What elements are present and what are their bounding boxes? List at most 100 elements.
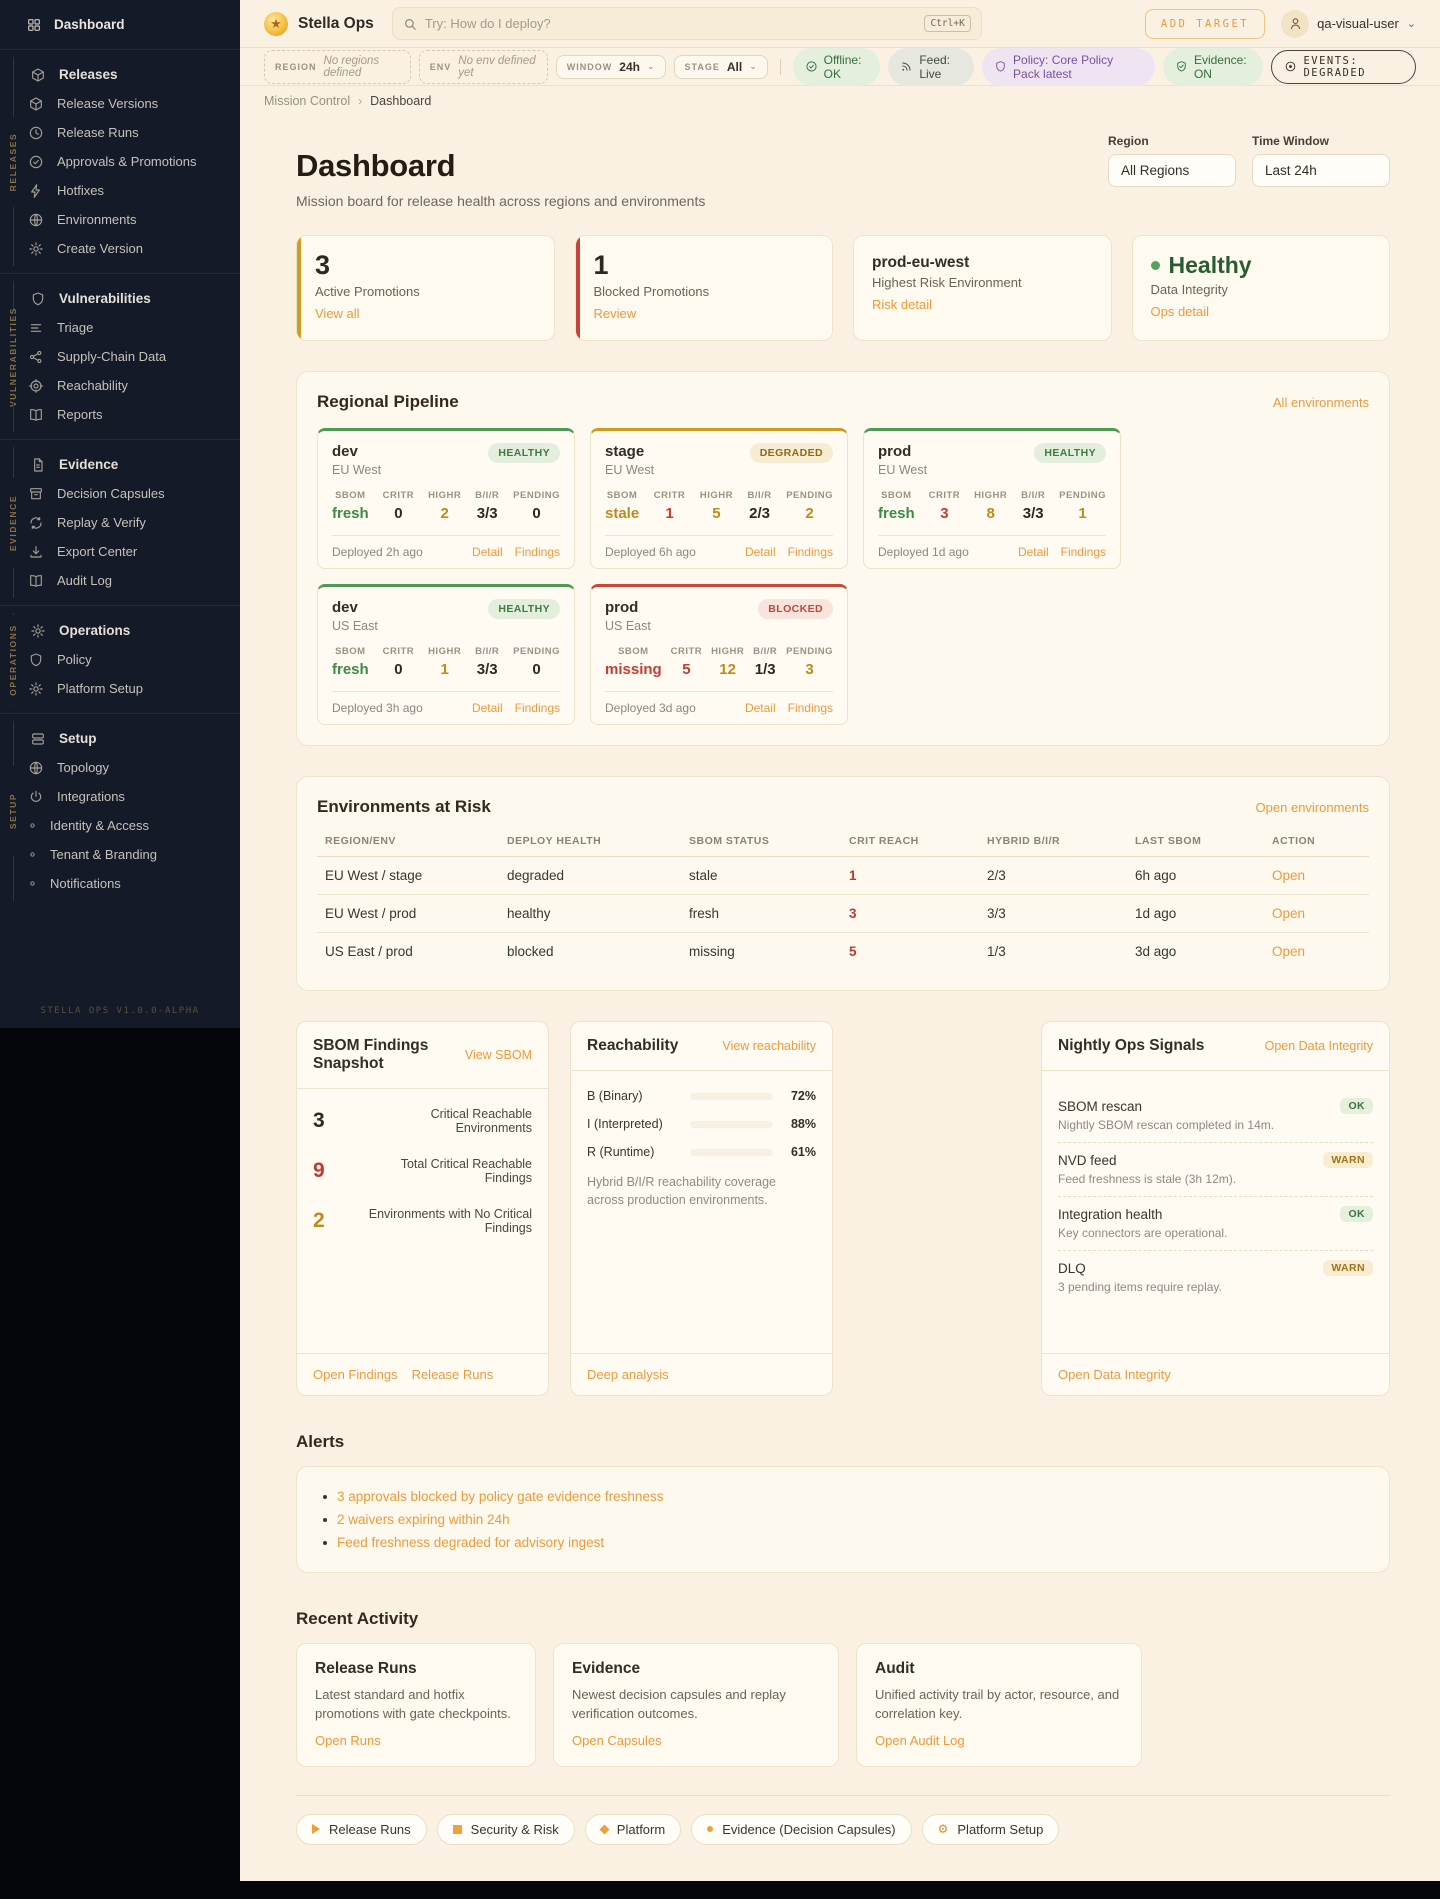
sidebar-item-tenant-branding[interactable]: Tenant & Branding — [0, 840, 240, 869]
legend-chip-release-runs[interactable]: Release Runs — [296, 1813, 427, 1845]
sidebar-item-export-center[interactable]: Export Center — [0, 537, 240, 566]
open-environments-link[interactable]: Open environments — [1256, 800, 1369, 815]
sidebar-item-setup[interactable]: Setup — [0, 724, 240, 753]
add-target-button[interactable]: ADD TARGET — [1144, 8, 1266, 39]
sidebar-item-platform-setup[interactable]: Platform Setup — [0, 674, 240, 703]
app-root: Dashboard RELEASES Releases Release Vers… — [0, 0, 1440, 1899]
regional-pipeline-title: Regional Pipeline — [317, 392, 459, 411]
open-runs-link[interactable]: Open Runs — [315, 1733, 381, 1748]
global-search[interactable]: Ctrl+K — [391, 7, 982, 40]
sidebar-item-hotfixes[interactable]: Hotfixes — [0, 176, 240, 205]
open-data-integrity-footer-link[interactable]: Open Data Integrity — [1058, 1367, 1171, 1382]
sidebar-item-triage[interactable]: Triage — [0, 313, 240, 342]
sidebar-item-evidence[interactable]: Evidence — [0, 450, 240, 479]
pipeline-card-stage-eu-west[interactable]: stage EU West DEGRADED SBOM stale CRITR … — [590, 428, 848, 569]
view-reachability-link[interactable]: View reachability — [722, 1039, 816, 1053]
sidebar-item-reachability[interactable]: Reachability — [0, 371, 240, 400]
sidebar-item-decision-capsules[interactable]: Decision Capsules — [0, 479, 240, 508]
status-pill-feed-live[interactable]: Feed: Live — [888, 47, 975, 86]
view-sbom-link[interactable]: View SBOM — [465, 1048, 532, 1062]
legend-chip-security-risk[interactable]: Security & Risk — [436, 1813, 575, 1845]
pipeline-card-prod-eu-west[interactable]: prod EU West HEALTHY SBOM fresh CRITR 3 … — [863, 428, 1121, 569]
sidebar-item-reports[interactable]: Reports — [0, 400, 240, 429]
reachability-bar-r-runtime: R (Runtime) 61% — [587, 1145, 816, 1159]
open-link[interactable]: Open — [1272, 868, 1369, 883]
status-pill-policy-core-policy-pack-latest[interactable]: Policy: Core Policy Pack latest — [982, 47, 1155, 86]
sidebar-dashboard-label: Dashboard — [54, 17, 125, 32]
open-findings-link[interactable]: Open Findings — [313, 1367, 398, 1382]
recent-activity-cards: Release Runs Latest standard and hotfix … — [296, 1643, 1390, 1767]
sidebar-item-dashboard[interactable]: Dashboard — [0, 0, 240, 49]
window-select-chip[interactable]: WINDOW 24h ⌄ — [555, 54, 666, 79]
findings-link[interactable]: Findings — [515, 701, 560, 715]
signal-status-badge: WARN — [1323, 1152, 1373, 1168]
detail-link[interactable]: Detail — [745, 545, 776, 559]
sidebar-item-integrations[interactable]: Integrations — [0, 782, 240, 811]
time-window-filter-select[interactable]: Last 24h — [1252, 154, 1390, 187]
pipeline-card-prod-us-east[interactable]: prod US East BLOCKED SBOM missing CRITR … — [590, 584, 848, 725]
legend-chip-evidence-decision-capsules[interactable]: Evidence (Decision Capsules) — [691, 1813, 912, 1845]
sidebar-item-identity-access[interactable]: Identity & Access — [0, 811, 240, 840]
findings-link[interactable]: Findings — [788, 701, 833, 715]
detail-link[interactable]: Detail — [1018, 545, 1049, 559]
detail-link[interactable]: Detail — [745, 701, 776, 715]
release-runs-link[interactable]: Release Runs — [412, 1367, 494, 1382]
region-filter-select[interactable]: All Regions — [1108, 154, 1236, 187]
detail-link[interactable]: Detail — [472, 701, 503, 715]
sbom-stat-environments-with-no-critical-findings: 2 Environments with No Critical Findings — [313, 1207, 532, 1235]
sidebar-item-create-version[interactable]: Create Version — [0, 234, 240, 263]
legend-chip-platform[interactable]: Platform — [584, 1813, 682, 1845]
sidebar-item-release-runs[interactable]: Release Runs — [0, 118, 240, 147]
sidebar-item-release-versions[interactable]: Release Versions — [0, 89, 240, 118]
search-shortcut-kbd: Ctrl+K — [924, 15, 971, 32]
review-link[interactable]: Review — [594, 306, 637, 321]
open-link[interactable]: Open — [1272, 944, 1369, 959]
status-pill-evidence-on[interactable]: Evidence: ON — [1162, 47, 1264, 86]
stage-select-chip[interactable]: STAGE All ⌄ — [673, 54, 768, 79]
findings-link[interactable]: Findings — [1061, 545, 1106, 559]
view-all-link[interactable]: View all — [315, 306, 360, 321]
blocked-promotions-card: 1 Blocked Promotions Review — [574, 235, 833, 341]
search-input[interactable] — [424, 16, 925, 31]
sidebar-item-operations[interactable]: Operations — [0, 616, 240, 645]
risk-detail-link[interactable]: Risk detail — [872, 297, 932, 312]
pipeline-card-dev-us-east[interactable]: dev US East HEALTHY SBOM fresh CRITR 0 H… — [317, 584, 575, 725]
legend-chip-platform-setup[interactable]: ⚙ Platform Setup — [921, 1813, 1060, 1845]
status-pill-events-degraded[interactable]: EVENTS: DEGRADED — [1271, 49, 1416, 84]
file-icon — [30, 457, 46, 473]
user-menu[interactable]: qa-visual-user ⌄ — [1281, 9, 1416, 38]
sidebar-item-notifications[interactable]: Notifications — [0, 869, 240, 898]
summary-cards: 3 Active Promotions View all 1 Blocked P… — [296, 235, 1390, 341]
sidebar-item-policy[interactable]: Policy — [0, 645, 240, 674]
sidebar-item-topology[interactable]: Topology — [0, 753, 240, 782]
metric-b-i-r: B/I/R 3/3 — [475, 490, 500, 522]
status-pill-offline-ok[interactable]: Offline: OK — [792, 47, 881, 86]
sidebar-item-approvals-promotions[interactable]: Approvals & Promotions — [0, 147, 240, 176]
sidebar-item-vulnerabilities[interactable]: Vulnerabilities — [0, 284, 240, 313]
sidebar-item-supply-chain-data[interactable]: Supply-Chain Data — [0, 342, 240, 371]
alert-link-2-waivers-expiring-within-24h[interactable]: 2 waivers expiring within 24h — [337, 1512, 510, 1527]
highest-risk-env-name: prod-eu-west — [872, 254, 970, 271]
detail-link[interactable]: Detail — [472, 545, 503, 559]
sidebar-item-environments[interactable]: Environments — [0, 205, 240, 234]
ops-detail-link[interactable]: Ops detail — [1151, 304, 1210, 319]
pipeline-card-dev-eu-west[interactable]: dev EU West HEALTHY SBOM fresh CRITR 0 H… — [317, 428, 575, 569]
sidebar-item-replay-verify[interactable]: Replay & Verify — [0, 508, 240, 537]
open-data-integrity-link[interactable]: Open Data Integrity — [1265, 1039, 1373, 1053]
sidebar-item-releases[interactable]: Releases — [0, 60, 240, 89]
open-capsules-link[interactable]: Open Capsules — [572, 1733, 662, 1748]
risk-table: REGION/ENV DEPLOY HEALTH SBOM STATUS CRIT R… — [317, 825, 1369, 970]
sidebar-rail-vulnerabilities: VULNERABILITIES — [0, 274, 26, 439]
all-environments-link[interactable]: All environments — [1273, 395, 1369, 410]
breadcrumb-mission-control[interactable]: Mission Control — [264, 94, 350, 108]
open-audit-log-link[interactable]: Open Audit Log — [875, 1733, 965, 1748]
open-link[interactable]: Open — [1272, 906, 1369, 921]
alert-link-3-approvals-blocked-by-policy-gate-evidence-freshness[interactable]: 3 approvals blocked by policy gate evide… — [337, 1489, 663, 1504]
findings-link[interactable]: Findings — [515, 545, 560, 559]
findings-link[interactable]: Findings — [788, 545, 833, 559]
healthy-status-dot — [1150, 261, 1160, 270]
sidebar-item-audit-log[interactable]: Audit Log — [0, 566, 240, 595]
alert-link-feed-freshness-degraded-for-advisory-ingest[interactable]: Feed freshness degraded for advisory ing… — [337, 1535, 604, 1550]
deep-analysis-link[interactable]: Deep analysis — [587, 1367, 669, 1382]
sidebar-group-evidence: EVIDENCE Evidence Decision Capsules Repl… — [0, 439, 240, 605]
